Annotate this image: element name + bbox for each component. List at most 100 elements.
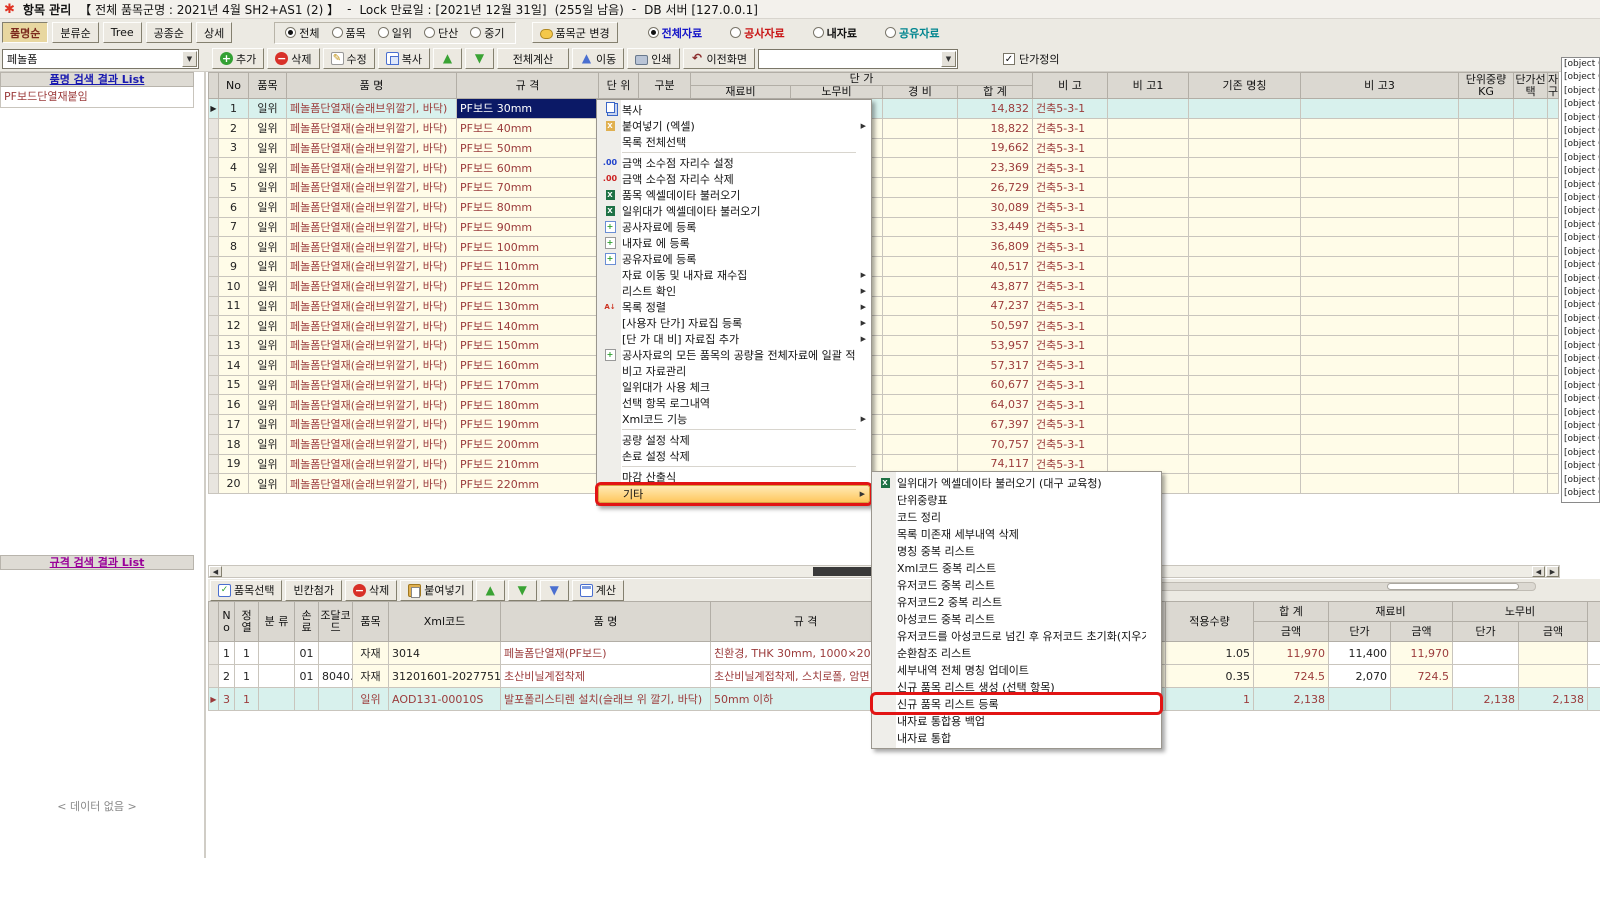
cell-spec[interactable]: PF보드 70mm bbox=[457, 178, 599, 198]
cell-item-type[interactable]: 일위 bbox=[249, 237, 287, 257]
cell-old-name[interactable] bbox=[1189, 316, 1301, 336]
cell-note[interactable]: 건축5-3-1 bbox=[1033, 415, 1108, 435]
cell-material-amount[interactable]: 11,970 bbox=[1391, 642, 1453, 665]
header-unit[interactable]: 단 위 bbox=[599, 73, 639, 99]
cell-note1[interactable] bbox=[1108, 237, 1189, 257]
header-price-select[interactable]: 단가선 택 bbox=[1514, 73, 1548, 99]
view-sort-button[interactable]: 상세 bbox=[196, 22, 232, 43]
source-radio-my-data[interactable]: 내자료 bbox=[813, 25, 857, 41]
context-menu-item[interactable]: Xml코드 기능 ▶ bbox=[598, 411, 870, 427]
cell-no[interactable]: 1 bbox=[219, 99, 249, 119]
cell-expense[interactable] bbox=[883, 138, 958, 158]
cell-old-name[interactable] bbox=[1189, 415, 1301, 435]
edit-button[interactable]: ✎수정 bbox=[323, 48, 375, 69]
cell-item-type[interactable]: 일위 bbox=[249, 355, 287, 375]
cell-old-name[interactable] bbox=[1189, 296, 1301, 316]
cell-no[interactable]: 19 bbox=[219, 454, 249, 474]
cell-note3[interactable] bbox=[1301, 375, 1459, 395]
cell-no[interactable]: 18 bbox=[219, 434, 249, 454]
cell-material-amount[interactable] bbox=[1391, 688, 1453, 711]
cell-no[interactable]: 17 bbox=[219, 415, 249, 435]
header-procurement-code[interactable]: 조달코 드 bbox=[319, 602, 353, 642]
context-menu-item[interactable]: 자료 이동 및 내자료 재수집 ▶ bbox=[598, 267, 870, 283]
context-menu-item[interactable]: 마감 산출식 bbox=[598, 469, 870, 485]
scroll-left-button-2[interactable]: ◀ bbox=[1532, 566, 1545, 577]
cell-spec[interactable]: PF보드 30mm bbox=[457, 99, 599, 119]
cell-note[interactable]: 건축5-3-1 bbox=[1033, 197, 1108, 217]
cell-total[interactable]: 33,449 bbox=[958, 217, 1033, 237]
header-applied-quantity[interactable]: 적용수량 bbox=[1166, 602, 1254, 642]
context-menu-item[interactable]: 공사자료에 등록 bbox=[598, 219, 870, 235]
header-labor-group[interactable]: 노무비 bbox=[1453, 602, 1588, 622]
cell-old-name[interactable] bbox=[1189, 257, 1301, 277]
cell-expense[interactable] bbox=[883, 99, 958, 119]
context-menu-item[interactable]: 공유자료에 등록 bbox=[598, 251, 870, 267]
cell-note1[interactable] bbox=[1108, 158, 1189, 178]
cell-note[interactable]: 건축5-3-1 bbox=[1033, 99, 1108, 119]
cell-price-select[interactable] bbox=[1514, 355, 1548, 375]
item-row[interactable]: 6 일위 페놀폼단열재(슬래브위깔기, 바닥) PF보드 80mm 30,089… bbox=[209, 197, 1559, 217]
cell-unit-weight[interactable] bbox=[1459, 434, 1514, 454]
filter-radio-dansan[interactable]: 단산 bbox=[424, 25, 458, 41]
context-menu-item[interactable]: 복사 bbox=[598, 102, 870, 118]
cell-total[interactable]: 70,757 bbox=[958, 434, 1033, 454]
item-row[interactable]: 8 일위 페놀폼단열재(슬래브위깔기, 바닥) PF보드 100mm 36,80… bbox=[209, 237, 1559, 257]
header-old-name[interactable]: 기존 명칭 bbox=[1189, 73, 1301, 99]
chevron-down-icon[interactable]: ▼ bbox=[941, 51, 956, 67]
cell-item-name[interactable]: 페놀폼단열재(슬래브위깔기, 바닥) bbox=[287, 336, 457, 356]
cell-note[interactable]: 건축5-3-1 bbox=[1033, 257, 1108, 277]
cell-expense[interactable] bbox=[883, 316, 958, 336]
cell-price-select[interactable] bbox=[1514, 257, 1548, 277]
header-wear-cost[interactable]: 손 료 bbox=[295, 602, 319, 642]
cell-expense[interactable] bbox=[883, 296, 958, 316]
context-menu-item[interactable]: 선택 항목 로그내역 bbox=[598, 395, 870, 411]
calculate-button[interactable]: 계산 bbox=[572, 580, 624, 601]
cell-no[interactable]: 15 bbox=[219, 375, 249, 395]
cell-ja-gu[interactable] bbox=[1548, 375, 1559, 395]
cell-procurement-code[interactable]: 8040… bbox=[319, 665, 353, 688]
cell-sort[interactable]: 1 bbox=[235, 642, 259, 665]
cell-ja-gu[interactable] bbox=[1548, 454, 1559, 474]
cell-note[interactable]: 건축5-3-1 bbox=[1033, 336, 1108, 356]
cell-item-type[interactable]: 자재 bbox=[353, 665, 389, 688]
cell-total-amount[interactable]: 724.5 bbox=[1254, 665, 1329, 688]
item-row[interactable]: 18 일위 페놀폼단열재(슬래브위깔기, 바닥) PF보드 200mm 70,7… bbox=[209, 434, 1559, 454]
cell-spec[interactable]: PF보드 220mm bbox=[457, 474, 599, 494]
cell-price-select[interactable] bbox=[1514, 158, 1548, 178]
print-button[interactable]: 인쇄 bbox=[627, 48, 679, 69]
item-row[interactable]: 12 일위 페놀폼단열재(슬래브위깔기, 바닥) PF보드 140mm 50,5… bbox=[209, 316, 1559, 336]
source-radio-construction-data[interactable]: 공사자료 bbox=[730, 25, 784, 41]
header-item-name[interactable]: 품 명 bbox=[501, 602, 711, 642]
copy-button[interactable]: 복사 bbox=[378, 48, 430, 69]
item-row[interactable]: 4 일위 페놀폼단열재(슬래브위깔기, 바닥) PF보드 60mm 23,369… bbox=[209, 158, 1559, 178]
cell-old-name[interactable] bbox=[1189, 454, 1301, 474]
cell-unit-weight[interactable] bbox=[1459, 118, 1514, 138]
cell-total[interactable]: 50,597 bbox=[958, 316, 1033, 336]
item-row[interactable]: 13 일위 페놀폼단열재(슬래브위깔기, 바닥) PF보드 150mm 53,9… bbox=[209, 336, 1559, 356]
cell-old-name[interactable] bbox=[1189, 138, 1301, 158]
cell-note[interactable]: 건축5-3-1 bbox=[1033, 434, 1108, 454]
cell-unit-weight[interactable] bbox=[1459, 375, 1514, 395]
cell-expense[interactable] bbox=[883, 434, 958, 454]
cell-price-select[interactable] bbox=[1514, 395, 1548, 415]
context-menu-item[interactable]: 일위대가 사용 체크 bbox=[598, 379, 870, 395]
previous-screen-button[interactable]: ↶이전화면 bbox=[683, 48, 755, 69]
cell-old-name[interactable] bbox=[1189, 99, 1301, 119]
cell-item-type[interactable]: 일위 bbox=[249, 434, 287, 454]
item-row[interactable]: ▶ 1 일위 페놀폼단열재(슬래브위깔기, 바닥) PF보드 30mm 14,8… bbox=[209, 99, 1559, 119]
cell-ja-gu[interactable] bbox=[1548, 118, 1559, 138]
cell-total[interactable]: 57,317 bbox=[958, 355, 1033, 375]
price-definition-checkbox[interactable]: ✓ 단가정의 bbox=[1003, 51, 1059, 67]
cell-unit-weight[interactable] bbox=[1459, 237, 1514, 257]
cell-note[interactable]: 건축5-3-1 bbox=[1033, 237, 1108, 257]
cell-item-type[interactable]: 일위 bbox=[249, 257, 287, 277]
cell-spec[interactable]: PF보드 190mm bbox=[457, 415, 599, 435]
cell-expense[interactable] bbox=[883, 336, 958, 356]
item-row[interactable]: 10 일위 페놀폼단열재(슬래브위깔기, 바닥) PF보드 120mm 43,8… bbox=[209, 276, 1559, 296]
cell-note[interactable]: 건축5-3-1 bbox=[1033, 118, 1108, 138]
item-row[interactable]: 11 일위 페놀폼단열재(슬래브위깔기, 바닥) PF보드 130mm 47,2… bbox=[209, 296, 1559, 316]
cell-ja-gu[interactable] bbox=[1548, 434, 1559, 454]
cell-note[interactable]: 건축5-3-1 bbox=[1033, 395, 1108, 415]
cell-ja-gu[interactable] bbox=[1548, 355, 1559, 375]
cell-unit-weight[interactable] bbox=[1459, 257, 1514, 277]
